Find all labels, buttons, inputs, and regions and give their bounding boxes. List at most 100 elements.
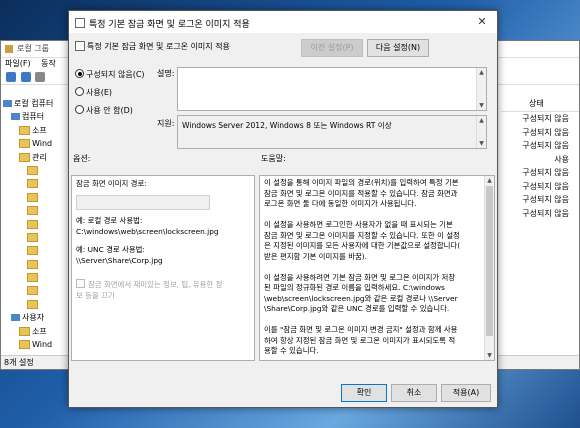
tree-item[interactable] [1,218,71,231]
folder-icon [19,340,30,350]
folder-icon [27,286,38,296]
help-scrollbar[interactable]: ▲ ▼ [484,176,494,360]
tree-item[interactable] [1,244,71,257]
editor-app-icon [5,45,13,53]
tree-item[interactable] [1,164,71,177]
tree-item[interactable] [1,177,71,190]
folder-icon [27,232,38,242]
folder-icon [27,273,38,283]
ok-button[interactable]: 확인 [341,384,387,402]
tree-item[interactable]: 컴퓨터 [1,110,71,123]
folder-icon [27,259,38,269]
radio-not-configured[interactable]: 구성되지 않음(C) [75,69,145,80]
menu-file[interactable]: 파일(F) [5,59,31,68]
tree-item[interactable]: Wind [1,338,71,350]
supported-on-box: Windows Server 2012, Windows 8 또는 Window… [177,115,487,149]
back-arrow-icon[interactable] [6,72,16,82]
tree-item[interactable]: 로컬 컴퓨터 [1,97,71,110]
folder-icon [19,152,30,162]
folder-icon [27,246,38,256]
tree-item-label: 로컬 컴퓨터 [14,99,54,108]
fun-facts-checkbox-label: 잠금 화면에서 재미있는 정보, 팁, 유용한 정보 등을 끄기 [76,280,223,300]
tree-item[interactable] [1,271,71,284]
tree-item[interactable]: 관리 [1,151,71,164]
radio-enabled-label: 사용(E) [86,88,113,97]
tree-item[interactable]: 소프 [1,325,71,338]
computer-icon [11,314,20,322]
scroll-down-icon[interactable]: ▼ [485,351,494,360]
next-setting-button[interactable]: 다음 설정(N) [367,39,429,57]
folder-icon [27,219,38,229]
tree-item[interactable]: 사용자 [1,311,71,324]
tree-item[interactable]: Wind [1,137,71,150]
state-cell: 사용 [554,154,569,164]
comment-scrollbar[interactable]: ▲ ▼ [476,68,486,110]
radio-disabled[interactable]: 사용 안 함(D) [75,105,133,116]
folder-icon [27,206,38,216]
cancel-button[interactable]: 취소 [391,384,437,402]
tree-item[interactable]: 소프 [1,124,71,137]
forward-arrow-icon[interactable] [20,72,31,82]
radio-unchecked-icon[interactable] [75,87,84,96]
unc-example-label: 예: UNC 경로 사용법: [76,245,145,254]
supported-value: Windows Server 2012, Windows 8 또는 Window… [182,121,392,130]
tree-item-label: Wind [32,340,53,350]
state-cell: 구성되지 않음 [522,114,569,123]
tree-item[interactable] [1,284,71,297]
dialog-header: 특정 기본 잠금 화면 및 로그온 이미지 적용 [87,42,230,51]
tree-item-label: 관리 [32,152,47,162]
radio-enabled[interactable]: 사용(E) [75,87,112,98]
folder-icon [19,125,30,135]
folder-icon [27,192,38,202]
local-example-value: C:\windows\web\screen\lockscreen.jpg [76,227,219,236]
computer-icon [11,113,20,121]
state-column-header[interactable]: 상태 [501,97,579,112]
radio-unchecked-icon[interactable] [75,105,84,114]
previous-setting-button[interactable]: 이전 설정(P) [301,39,363,57]
policy-app-icon [75,18,85,28]
tree-item[interactable] [1,204,71,217]
radio-disabled-label: 사용 안 함(D) [86,106,133,115]
tree-item[interactable] [1,191,71,204]
unc-example-value: \\Server\Share\Corp.jpg [76,256,163,265]
computer-icon [3,100,12,107]
scroll-up-icon[interactable]: ▲ [477,116,486,125]
fun-facts-checkbox[interactable] [76,279,85,288]
tree-item[interactable] [1,258,71,271]
state-cell: 구성되지 않음 [522,181,569,191]
dialog-title-bar: 특정 기본 잠금 화면 및 로그온 이미지 적용 ✕ [69,11,497,33]
policy-setting-icon [75,41,85,51]
state-cell: 구성되지 않음 [522,208,569,218]
fun-facts-checkbox-row[interactable]: 잠금 화면에서 재미있는 정보, 팁, 유용한 정보 등을 끄기 [76,279,226,301]
supported-label: 지원: [157,119,175,128]
scroll-down-icon[interactable]: ▼ [477,139,486,148]
up-folder-icon[interactable] [35,72,46,82]
tree-item[interactable] [1,231,71,244]
state-cell: 구성되지 않음 [522,141,569,150]
scroll-up-icon[interactable]: ▲ [485,176,494,185]
scroll-down-icon[interactable]: ▼ [477,101,486,110]
tree-item-label: 소프 [32,326,47,336]
comment-textarea[interactable]: ▲ ▼ [177,67,487,111]
menu-action[interactable]: 동작 [41,59,56,68]
help-scroll-thumb[interactable] [486,186,493,336]
folder-icon [19,139,30,149]
folder-icon [27,299,38,309]
supported-scrollbar[interactable]: ▲ ▼ [476,116,486,148]
tree-item-label: Wind [32,139,53,149]
close-icon[interactable]: ✕ [467,11,497,33]
image-path-input[interactable] [76,195,210,210]
scroll-up-icon[interactable]: ▲ [477,68,486,77]
options-label: 옵션: [73,154,91,163]
apply-button[interactable]: 적용(A) [441,384,491,402]
policy-tree: 로컬 컴퓨터컴퓨터소프Wind관리사용자소프Wind관리 [1,97,71,350]
state-cell: 구성되지 않음 [522,127,569,137]
tree-item[interactable] [1,298,71,311]
tree-item-label: 컴퓨터 [22,112,45,122]
state-column: 상태 구성되지 않음 구성되지 않음 구성되지 않음 사용 구성되지 않음 구성되지 않음… [501,97,579,350]
state-cell: 구성되지 않음 [522,168,569,177]
help-text: 이 설정을 통해 이미지 파일의 경로(위치)를 입력하여 특정 기본 잠금 화… [264,178,461,355]
folder-icon [27,179,38,189]
dialog-title: 특정 기본 잠금 화면 및 로그온 이미지 적용 [89,20,250,30]
radio-checked-icon[interactable] [75,69,84,78]
